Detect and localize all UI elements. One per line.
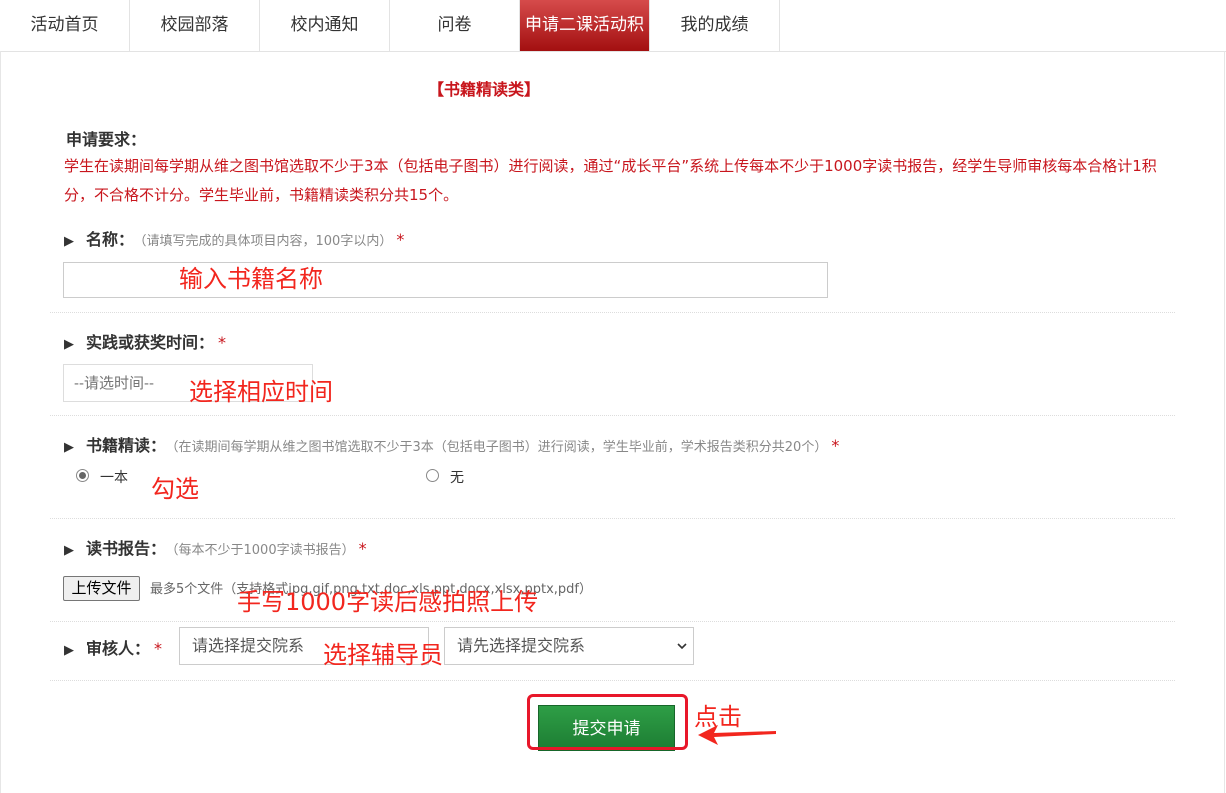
reading-label-text: 书籍精读： [86,436,167,455]
requirements-label: 申请要求： [66,130,147,149]
annotation-upload: 手写1000字读后感拍照上传 [237,588,539,616]
name-hint: （请填写完成的具体项目内容，100字以内） [140,234,393,249]
required-star: * [154,639,163,658]
divider [50,312,1175,313]
tab-apply-credits[interactable]: 申请二课活动积 [520,0,650,51]
content-frame-right [1224,51,1225,793]
name-field-label: ▶ 名称： （请填写完成的具体项目内容，100字以内） * [64,226,404,250]
annotation-time: 选择相应时间 [189,378,333,406]
category-title: 【书籍精读类】 [428,80,541,99]
divider [50,415,1175,416]
top-nav: 活动首页 校园部落 校内通知 问卷 申请二课活动积 我的成绩 [0,0,1226,52]
tab-campus-tribe[interactable]: 校园部落 [130,0,260,51]
reviewer-select-value: 请先选择提交院系 [457,636,586,655]
radio-one-book-label: 一本 [100,470,128,486]
radio-none-label: 无 [450,470,464,486]
required-star: * [218,333,227,352]
time-label-text: 实践或获奖时间： [86,333,215,352]
tab-my-scores[interactable]: 我的成绩 [650,0,780,51]
radio-none[interactable] [426,469,439,482]
divider [50,621,1175,622]
tab-activity-home[interactable]: 活动首页 [0,0,130,51]
annotation-reviewer: 选择辅导员 [323,641,443,669]
highlight-box [527,694,688,750]
reviewer-field-label: ▶ 审核人： * [64,635,162,659]
report-label-text: 读书报告： [86,539,167,558]
divider [50,518,1175,519]
tab-campus-notice[interactable]: 校内通知 [260,0,390,51]
triangle-bullet-icon: ▶ [64,337,74,352]
department-select-value: 请选择提交院系 [192,636,305,655]
radio-one-book[interactable] [76,469,89,482]
annotation-name: 输入书籍名称 [179,265,323,293]
report-hint: （每本不少于1000字读书报告） [172,543,355,558]
reviewer-label-text: 审核人： [86,639,151,658]
name-label-text: 名称： [86,230,135,249]
required-star: * [358,539,367,558]
triangle-bullet-icon: ▶ [64,643,74,658]
requirements-text: 学生在读期间每学期从维之图书馆选取不少于3本（包括电子图书）进行阅读，通过“成长… [64,157,1157,204]
triangle-bullet-icon: ▶ [64,440,74,455]
reading-field-label: ▶ 书籍精读： （在读期间每学期从维之图书馆选取不少于3本（包括电子图书）进行阅读，… [64,432,839,456]
chevron-down-icon [677,643,687,650]
reading-hint: （在读期间每学期从维之图书馆选取不少于3本（包括电子图书）进行阅读，学生毕业前，… [172,440,828,455]
report-field-label: ▶ 读书报告： （每本不少于1000字读书报告） * [64,535,367,559]
upload-file-button[interactable]: 上传文件 [63,576,140,601]
divider [50,680,1175,681]
triangle-bullet-icon: ▶ [64,234,74,249]
annotation-check: 勾选 [151,475,199,503]
required-star: * [831,436,840,455]
tab-survey[interactable]: 问卷 [390,0,520,51]
arrow-left-icon [698,725,776,745]
time-field-label: ▶ 实践或获奖时间： * [64,329,226,353]
name-input[interactable] [63,262,828,298]
required-star: * [396,230,405,249]
content-frame-left [0,51,1,793]
reviewer-select[interactable]: 请先选择提交院系 [444,627,694,665]
triangle-bullet-icon: ▶ [64,543,74,558]
